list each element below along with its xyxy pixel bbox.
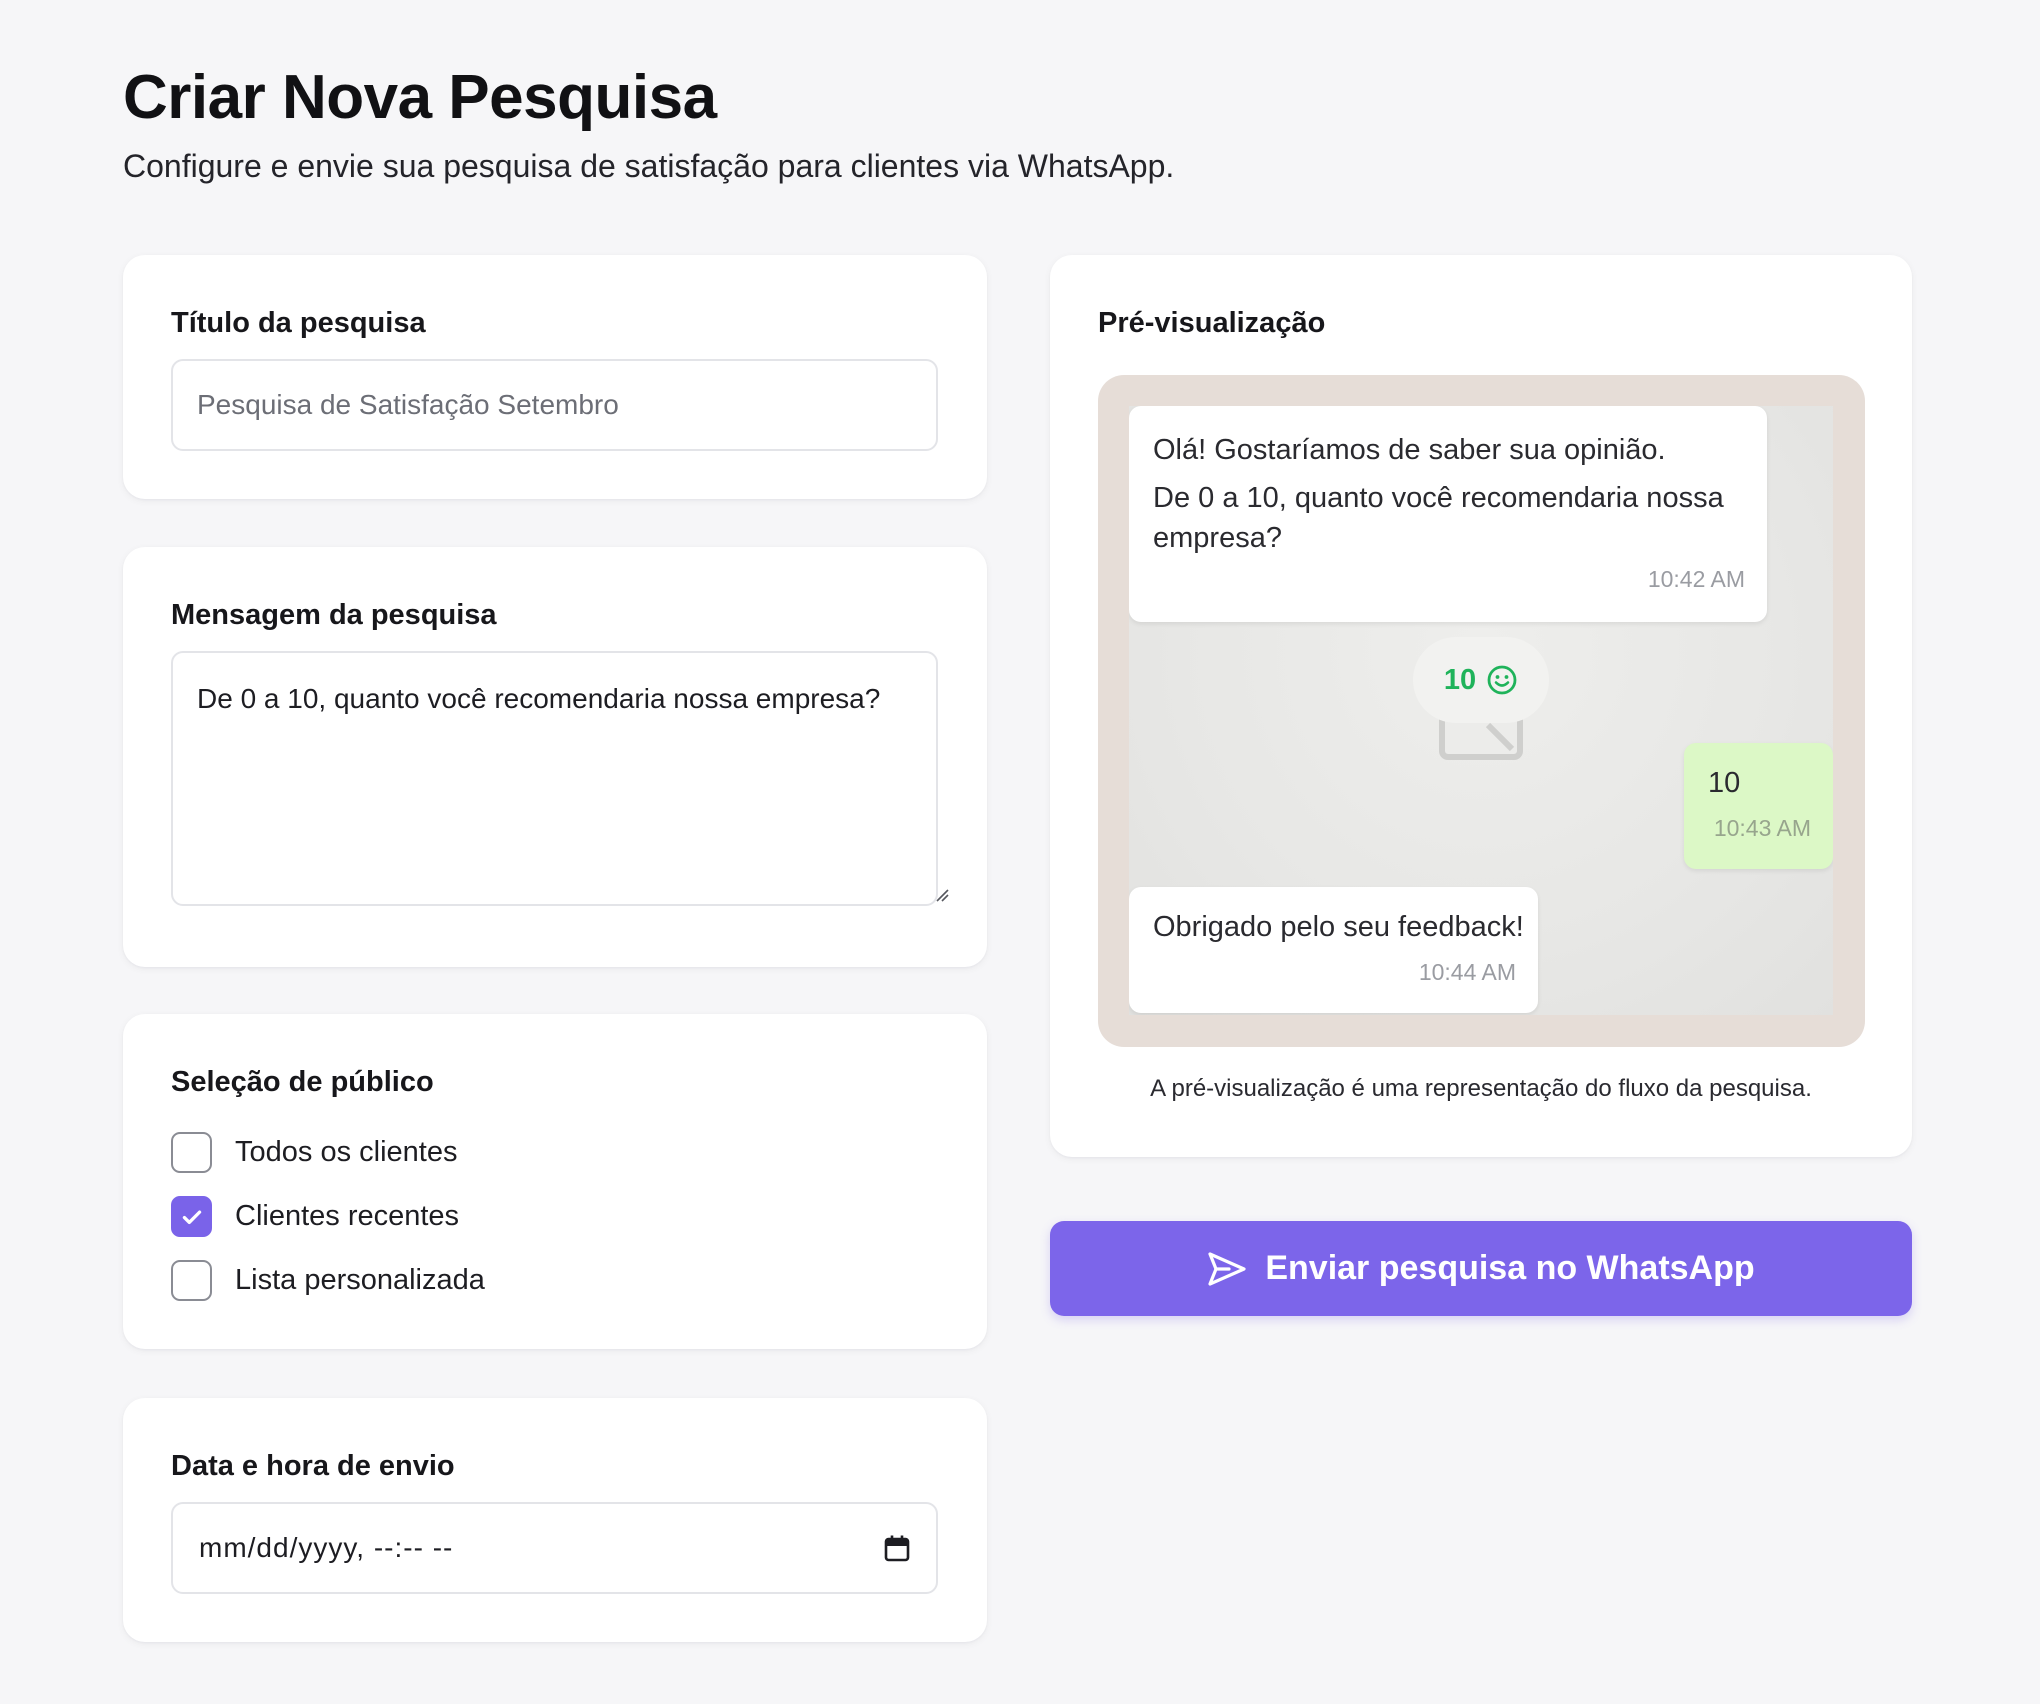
incoming-message-bubble: Obrigado pelo seu feedback! 10:44 AM <box>1129 887 1538 1013</box>
survey-title-input[interactable] <box>171 359 938 451</box>
datetime-value: mm/dd/yyyy, --:-- -- <box>199 1532 454 1563</box>
preview-card: Pré-visualização Olá! Gostaríamos de sab… <box>1050 255 1912 1157</box>
audience-option-recent-clients[interactable]: Clientes recentes <box>171 1196 459 1237</box>
datetime-input[interactable]: mm/dd/yyyy, --:-- -- <box>171 1502 938 1594</box>
reaction-value: 10 <box>1443 663 1477 696</box>
preview-label: Pré-visualização <box>1098 307 1326 339</box>
audience-option-label: Todos os clientes <box>235 1136 458 1168</box>
audience-label: Seleção de público <box>171 1066 434 1098</box>
smile-icon <box>1487 665 1517 695</box>
preview-note: A pré-visualização é uma representação d… <box>1150 1075 1812 1102</box>
send-icon <box>1208 1251 1246 1286</box>
checkbox[interactable] <box>171 1260 212 1301</box>
audience-option-all-clients[interactable]: Todos os clientes <box>171 1132 457 1173</box>
audience-option-label: Lista personalizada <box>235 1264 485 1296</box>
reaction-badge: 10 <box>1413 637 1549 723</box>
outgoing-message-bubble: 10 10:43 AM <box>1684 743 1833 869</box>
checkbox[interactable] <box>171 1132 212 1173</box>
message-time: 10:42 AM <box>1647 566 1745 592</box>
create-survey-page: Criar Nova Pesquisa Configure e envie su… <box>0 0 2040 1704</box>
checkbox-checked[interactable] <box>171 1196 212 1237</box>
audience-option-label: Clientes recentes <box>235 1200 460 1232</box>
survey-message-textarea[interactable]: De 0 a 10, quanto você recomendaria noss… <box>171 651 938 906</box>
calendar-icon[interactable] <box>884 1534 910 1562</box>
incoming-message-bubble: Olá! Gostaríamos de saber sua opinião. D… <box>1129 406 1767 622</box>
chat-preview-frame: Olá! Gostaríamos de saber sua opinião. D… <box>1098 375 1865 1047</box>
send-button-label: Enviar pesquisa no WhatsApp <box>1265 1249 1755 1287</box>
checkmark-icon <box>182 1210 201 1224</box>
send-whatsapp-button[interactable]: Enviar pesquisa no WhatsApp <box>1050 1221 1912 1316</box>
page-subtitle: Configure e envie sua pesquisa de satisf… <box>123 148 1175 184</box>
message-time: 10:43 AM <box>1713 815 1811 841</box>
message-text: De 0 a 10, quanto você recomendaria noss… <box>1153 482 1724 554</box>
survey-title-label: Título da pesquisa <box>171 307 426 339</box>
survey-message-label: Mensagem da pesquisa <box>171 599 497 631</box>
message-time: 10:44 AM <box>1418 959 1516 985</box>
message-text: Olá! Gostaríamos de saber sua opinião. <box>1153 434 1666 466</box>
audience-card: Seleção de público Todos os clientes Cli… <box>123 1014 987 1349</box>
message-text: Obrigado pelo seu feedback! <box>1153 911 1524 943</box>
page-title: Criar Nova Pesquisa <box>123 63 717 132</box>
survey-message-card: Mensagem da pesquisa De 0 a 10, quanto v… <box>123 547 987 967</box>
audience-option-custom-list[interactable]: Lista personalizada <box>171 1260 485 1301</box>
schedule-card: Data e hora de envio mm/dd/yyyy, --:-- -… <box>123 1398 987 1642</box>
survey-title-card: Título da pesquisa <box>123 255 987 499</box>
message-text: 10 <box>1708 767 1741 799</box>
schedule-label: Data e hora de envio <box>171 1450 455 1482</box>
chat-area: Olá! Gostaríamos de saber sua opinião. D… <box>1129 406 1833 1015</box>
resize-handle-icon[interactable] <box>933 886 949 902</box>
